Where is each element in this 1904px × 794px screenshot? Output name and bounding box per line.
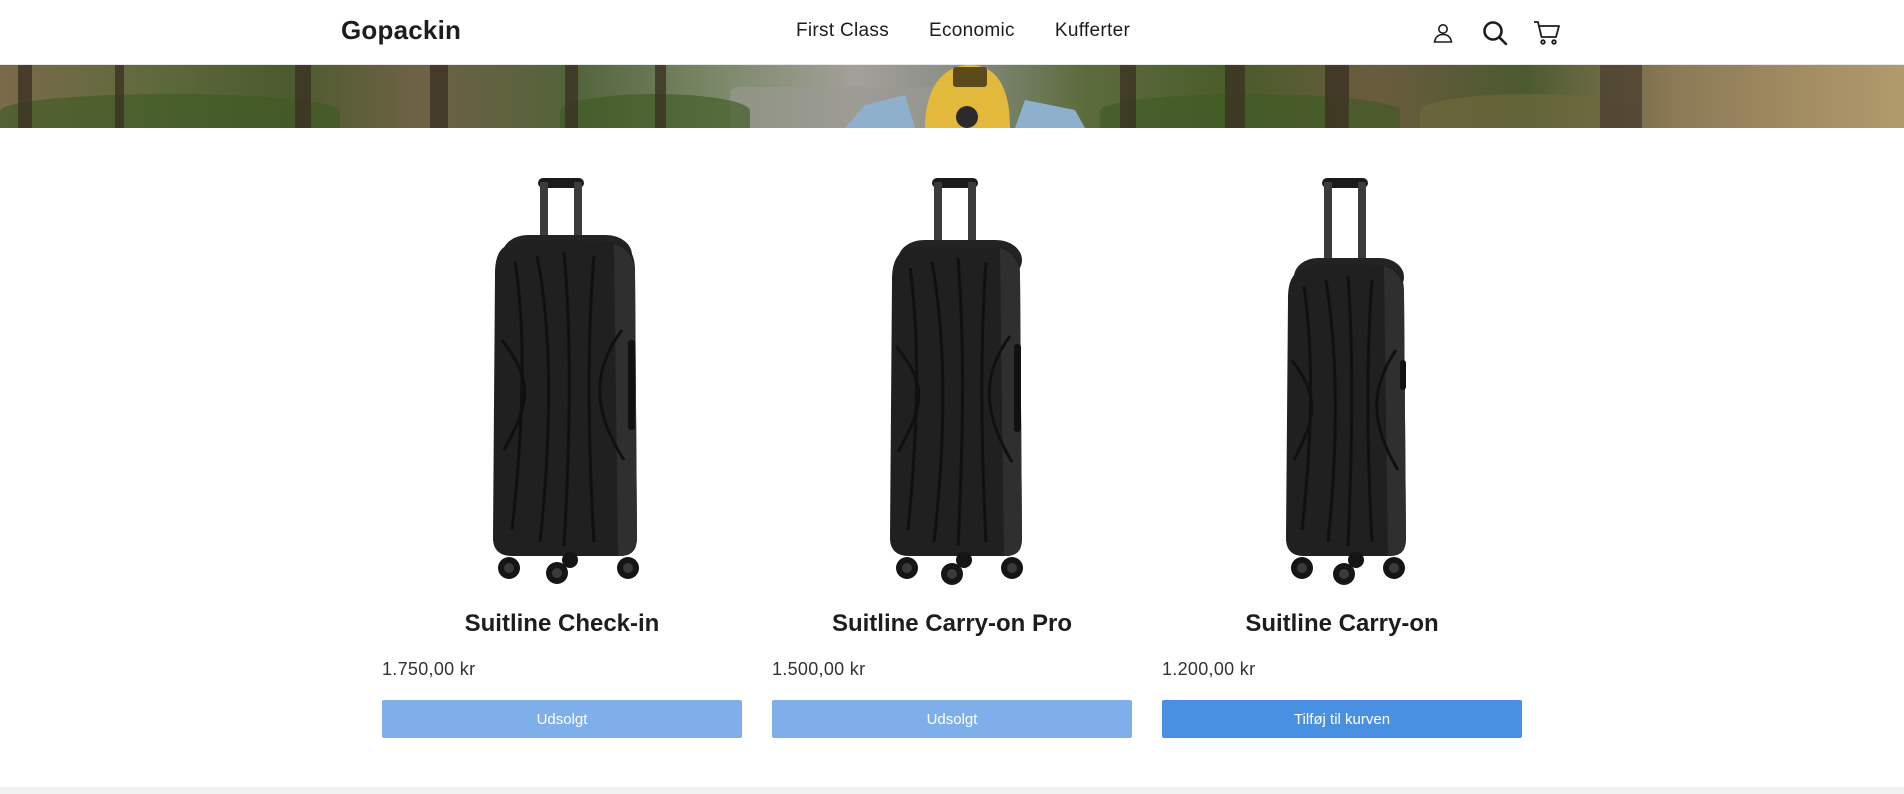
cart-icon[interactable] — [1532, 18, 1562, 48]
site-logo[interactable]: Gopackin — [341, 15, 461, 46]
suitcase-image — [493, 178, 639, 584]
product-card: Suitline Carry-on Pro 1.500,00 kr Udsolg… — [772, 170, 1132, 740]
product-image[interactable] — [772, 170, 1132, 595]
product-title[interactable]: Suitline Carry-on — [1162, 610, 1522, 638]
hero-tree — [1600, 65, 1642, 128]
add-to-cart-button[interactable]: Tilføj til kurven — [1162, 700, 1522, 738]
product-price: 1.500,00 kr — [772, 659, 866, 679]
hero-tree — [430, 65, 448, 128]
hero-banner-image — [0, 65, 1904, 128]
nav-economic[interactable]: Economic — [929, 20, 1015, 42]
hero-scooter-rider — [845, 65, 1085, 128]
hero-tree — [18, 65, 32, 128]
nav-kufferter[interactable]: Kufferter — [1055, 20, 1130, 42]
hero-tree — [1325, 65, 1349, 128]
account-icon[interactable] — [1428, 18, 1458, 48]
suitcase-image — [1286, 178, 1406, 585]
hero-tree — [1120, 65, 1136, 128]
product-title[interactable]: Suitline Carry-on Pro — [772, 610, 1132, 638]
product-grid: Suitline Check-in 1.750,00 kr Udsolgt Su… — [382, 170, 1522, 740]
hero-tree — [565, 65, 578, 128]
product-price: 1.750,00 kr — [382, 659, 476, 679]
header-icons — [1428, 18, 1562, 48]
nav-first-class[interactable]: First Class — [796, 20, 889, 42]
product-image[interactable] — [1162, 170, 1522, 595]
hero-tree — [295, 65, 311, 128]
search-icon[interactable] — [1480, 18, 1510, 48]
site-header: Gopackin First Class Economic Kufferter — [0, 0, 1904, 65]
hero-tree — [1225, 65, 1245, 128]
hero-tree — [655, 65, 666, 128]
product-card: Suitline Carry-on 1.200,00 kr Tilføj til… — [1162, 170, 1522, 740]
product-title[interactable]: Suitline Check-in — [382, 610, 742, 638]
footer-divider — [0, 787, 1904, 794]
hero-foliage — [1100, 94, 1400, 128]
product-card: Suitline Check-in 1.750,00 kr Udsolgt — [382, 170, 742, 740]
sold-out-button[interactable]: Udsolgt — [772, 700, 1132, 738]
hero-tree — [115, 65, 124, 128]
suitcase-image — [890, 178, 1023, 585]
sold-out-button[interactable]: Udsolgt — [382, 700, 742, 738]
main-nav: First Class Economic Kufferter — [796, 20, 1130, 42]
product-image[interactable] — [382, 170, 742, 595]
product-price: 1.200,00 kr — [1162, 659, 1256, 679]
hero-foliage — [0, 94, 340, 128]
